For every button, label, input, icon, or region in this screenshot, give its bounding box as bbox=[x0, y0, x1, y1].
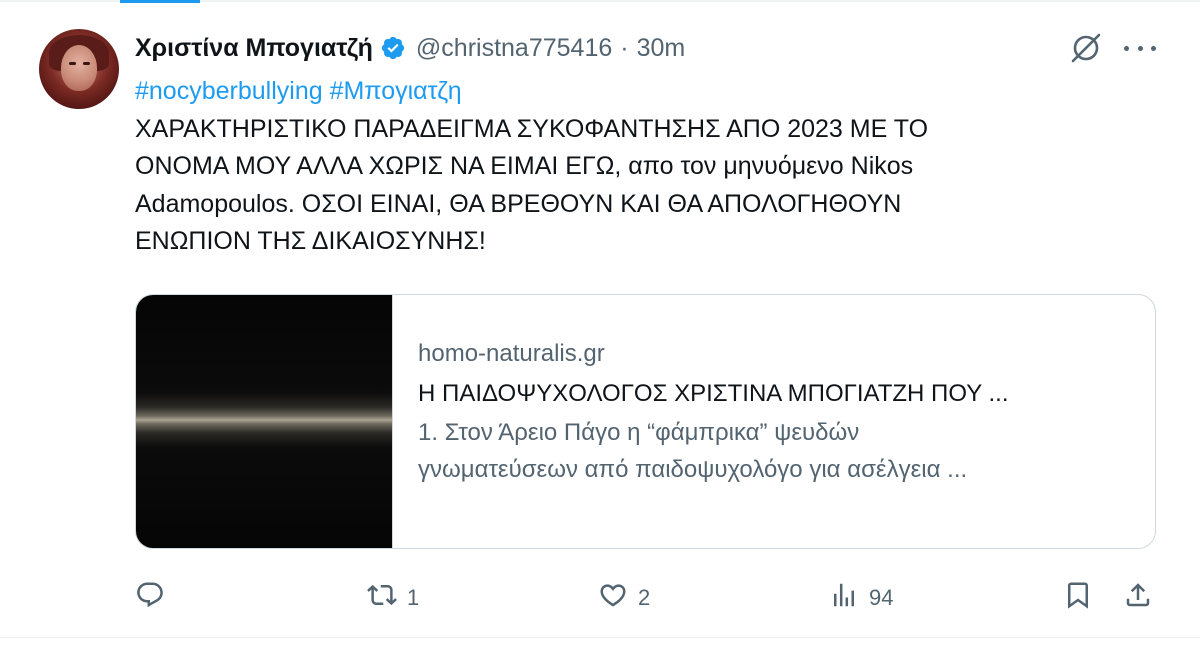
card-thumbnail bbox=[136, 295, 393, 548]
hashtag-link[interactable]: #nocyberbullying bbox=[135, 77, 323, 105]
avatar[interactable] bbox=[39, 29, 119, 109]
tweet-body-line: ΟΝΟΜΑ ΜΟΥ ΑΛΛΑ ΧΩΡΙΣ ΝΑ ΕΙΜΑΙ ΕΓΩ, απο τ… bbox=[135, 152, 914, 180]
retweet-icon bbox=[367, 580, 397, 616]
tweet-text: #nocyberbullying #Μπογιατζη ΧΑΡΑΚΤΗΡΙΣΤΙ… bbox=[135, 73, 1095, 261]
grok-icon[interactable] bbox=[1068, 30, 1104, 66]
card-title: Η ΠΑΙΔΟΨΥΧΟΛΟΓΟΣ ΧΡΙΣΤΙΝΑ ΜΠΟΓΙΑΤΖΗ ΠΟΥ … bbox=[418, 380, 1009, 407]
timestamp[interactable]: 30m bbox=[637, 34, 686, 63]
tweet-body-line: ΧΑΡΑΚΤΗΡΙΣΤΙΚΟ ΠΑΡΑΔΕΙΓΜΑ ΣΥΚΟΦΑΝΤΗΣΗΣ Α… bbox=[135, 114, 929, 143]
link-preview-card[interactable]: homo-naturalis.gr Η ΠΑΙΔΟΨΥΧΟΛΟΓΟΣ ΧΡΙΣΤ… bbox=[135, 294, 1156, 549]
like-button[interactable]: 2 bbox=[598, 578, 650, 618]
card-description-line: γνωματεύσεων από παιδοψυχολόγο για ασέλγ… bbox=[418, 456, 968, 483]
bookmark-icon bbox=[1063, 580, 1093, 616]
retweet-count: 1 bbox=[407, 585, 420, 610]
tweet-header: Χριστίνα Μπογιατζή @christna775416 · 30m bbox=[135, 30, 685, 66]
bottom-divider bbox=[0, 637, 1200, 638]
top-accent-line bbox=[120, 0, 200, 3]
card-description-line: 1. Στον Άρειο Πάγο η “φάμπρικα” ψευδών bbox=[418, 419, 860, 446]
author-handle[interactable]: @christna775416 bbox=[416, 34, 612, 63]
reply-button[interactable] bbox=[135, 578, 165, 618]
tweet-body-line: Adamopoulos. ΟΣΟΙ ΕΙΝΑΙ, ΘΑ ΒΡΕΘΟΥΝ ΚΑΙ … bbox=[135, 189, 902, 218]
tweet-body-line: ΕΝΩΠΙΟΝ ΤΗΣ ΔΙΚΑΙΟΣΥΝΗΣ! bbox=[135, 227, 486, 255]
verified-badge-icon bbox=[380, 35, 406, 61]
bookmark-button[interactable] bbox=[1063, 578, 1093, 618]
action-bar: 1 2 94 bbox=[135, 578, 1160, 618]
views-icon bbox=[829, 580, 859, 616]
retweet-button[interactable]: 1 bbox=[367, 578, 419, 618]
views-button[interactable]: 94 bbox=[829, 578, 893, 618]
card-description: 1. Στον Άρειο Πάγο η “φάμπρικα” ψευδών γ… bbox=[418, 414, 1138, 488]
author-name[interactable]: Χριστίνα Μπογιατζή bbox=[135, 34, 373, 63]
more-icon[interactable] bbox=[1124, 38, 1156, 58]
card-domain: homo-naturalis.gr bbox=[418, 340, 605, 367]
heart-icon bbox=[598, 580, 628, 616]
card-body: homo-naturalis.gr Η ΠΑΙΔΟΨΥΧΟΛΟΓΟΣ ΧΡΙΣΤ… bbox=[418, 339, 1138, 488]
views-count: 94 bbox=[869, 585, 894, 610]
separator-dot: · bbox=[620, 33, 629, 62]
like-count: 2 bbox=[638, 585, 651, 610]
reply-icon bbox=[135, 580, 165, 616]
share-button[interactable] bbox=[1123, 578, 1153, 618]
hashtags-line: #nocyberbullying #Μπογιατζη bbox=[135, 73, 1095, 111]
share-icon bbox=[1123, 580, 1153, 616]
hashtag-link[interactable]: #Μπογιατζη bbox=[330, 77, 462, 105]
